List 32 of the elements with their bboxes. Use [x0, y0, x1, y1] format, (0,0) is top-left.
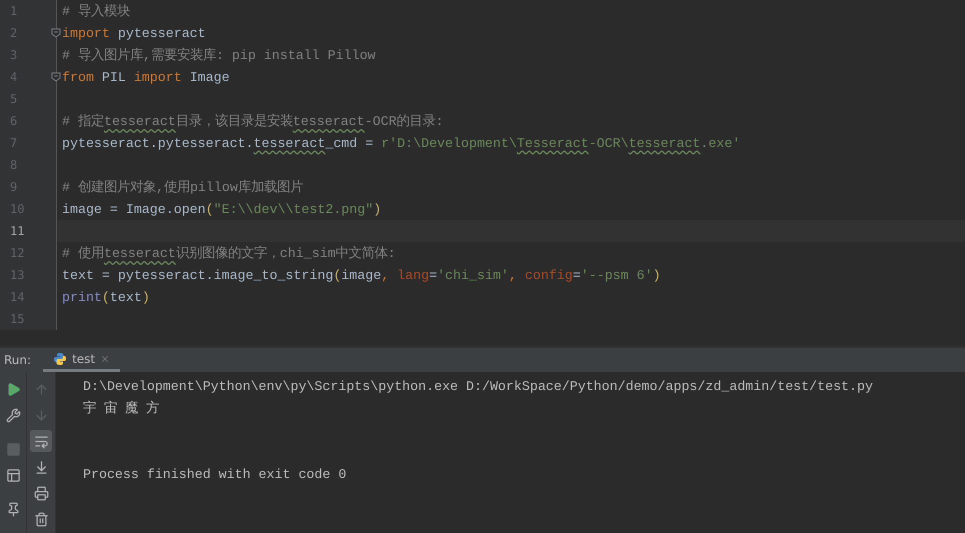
code-line: print(text): [61, 290, 150, 304]
console-line: D:\Development\Python\env\py\Scripts\python.exe D:/WorkSpace/Python/demo/apps/zd_admin/test/test.py: [83, 378, 874, 396]
soft-wrap-icon: [34, 434, 48, 448]
console-line: 宇 宙 魔 方: [83, 400, 160, 418]
wrench-icon: [6, 408, 20, 422]
code-editor[interactable]: [0, 0, 965, 330]
code-line: from PIL import Image: [61, 70, 230, 84]
run-label: Run:: [3, 353, 32, 367]
code-line: image = Image.open("E:\\dev\\test2.png"): [61, 202, 382, 216]
code-line: # 导入模块: [61, 2, 130, 20]
trash-icon: [34, 512, 48, 526]
console-line: Process finished with exit code 0: [83, 466, 348, 484]
code-line: pytesseract.pytesseract.tesseract_cmd = r'D:\Development\Tesseract-OCR\tesseract.exe': [61, 136, 740, 150]
layout-icon: [6, 468, 20, 482]
python-icon: [53, 352, 68, 366]
code-line: # 导入图片库,需要安装库: pip install Pillow: [61, 46, 376, 64]
stop-icon: [6, 442, 20, 456]
scroll-to-end-icon: [34, 460, 48, 474]
close-icon[interactable]: [100, 354, 110, 364]
line-number: 11: [9, 224, 24, 238]
pin-icon: [6, 502, 20, 516]
code-line: # 使用tesseract识别图像的文字，chi_sim中文简体:: [61, 244, 396, 262]
code-line: # 指定tesseract 目录，该目录是安装tesseract-OCR的目录:: [61, 112, 444, 130]
print-icon: [34, 486, 48, 500]
fold-marker-icon[interactable]: [51, 72, 61, 82]
code-line: text = pytesseract.image_to_string(image, lang='chi_sim', config='--psm 6'): [61, 268, 661, 282]
code-line: import pytesseract: [61, 26, 206, 40]
soft-wrap-button[interactable]: [30, 430, 52, 452]
play-icon: [6, 382, 20, 396]
fold-marker-icon[interactable]: [51, 28, 61, 38]
code-line: # 创建图片对象,使用pillow库加载图片: [61, 178, 303, 196]
down-arrow-icon: [34, 408, 48, 422]
